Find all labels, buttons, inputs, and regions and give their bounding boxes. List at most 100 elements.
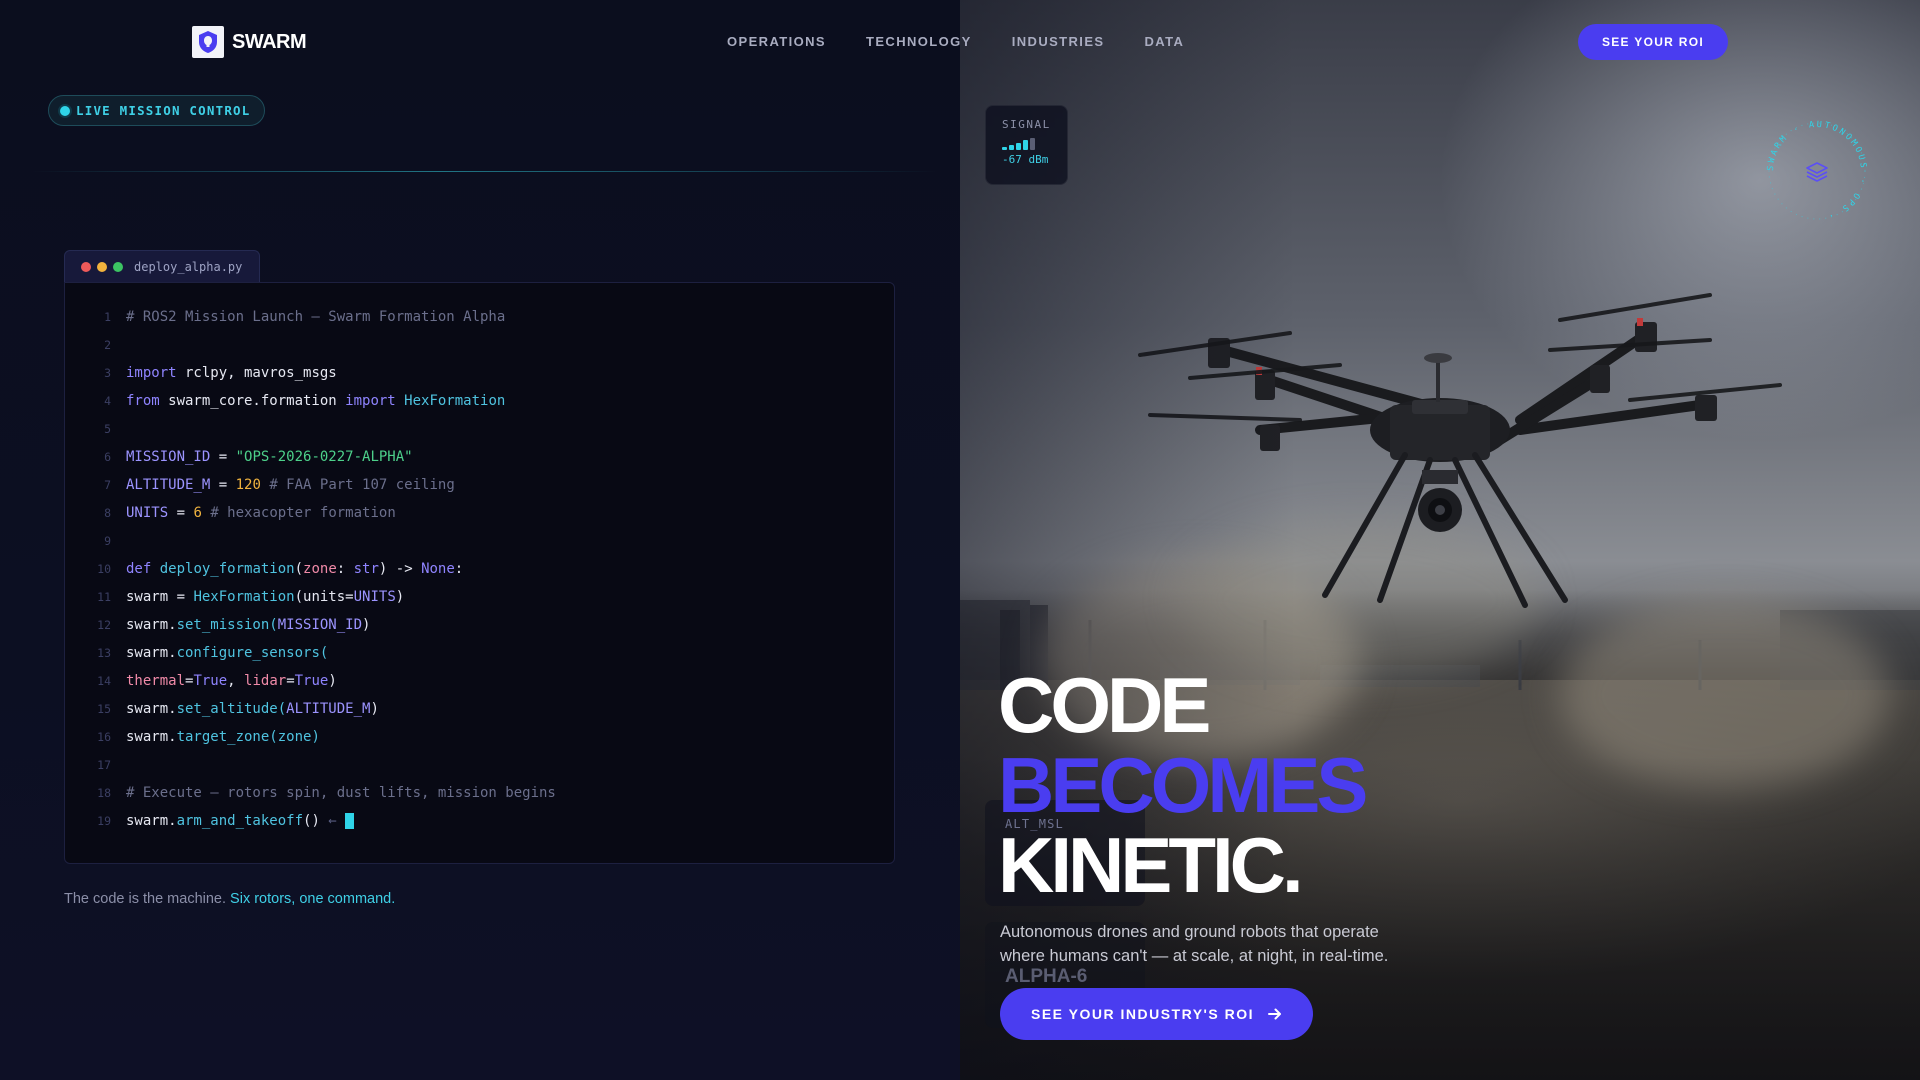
line-number: 13 bbox=[97, 646, 111, 660]
code-line: 19 swarm.arm_and_takeoff() ← bbox=[65, 807, 894, 835]
caption-text: The code is the machine. bbox=[64, 891, 231, 907]
code-constant: UNITS bbox=[126, 505, 169, 521]
layers-icon bbox=[1806, 162, 1828, 182]
code-text: = bbox=[210, 477, 236, 493]
code-line: 6 MISSION_ID = "OPS-2026-0227-ALPHA" bbox=[65, 443, 894, 471]
window-minimize-dot-icon bbox=[97, 262, 107, 272]
code-text: , bbox=[227, 673, 245, 689]
brand-logo[interactable]: SWARM bbox=[192, 26, 307, 58]
shield-logo-icon bbox=[192, 26, 224, 58]
code-line: 5 bbox=[65, 415, 894, 443]
code-text: ) bbox=[370, 701, 379, 717]
hero-headline: CODE BECOMES KINETIC. bbox=[998, 665, 1368, 909]
code-string: "OPS-2026-0227-ALPHA" bbox=[235, 449, 413, 465]
line-number: 6 bbox=[104, 450, 111, 464]
code-line: 2 bbox=[65, 331, 894, 359]
editor-tab[interactable]: deploy_alpha.py bbox=[64, 250, 260, 283]
unit-id: ALPHA-6 bbox=[1005, 966, 1088, 987]
code-line: 4 from swarm_core.formation import HexFor… bbox=[65, 387, 894, 415]
caption-highlight: Six rotors, one command. bbox=[230, 891, 396, 907]
live-indicator-icon bbox=[60, 105, 70, 116]
code-line: 3 import rclpy, mavros_msgs bbox=[65, 359, 894, 387]
code-line: 13 swarm.configure_sensors( bbox=[65, 639, 894, 667]
code-comment: # ROS2 Mission Launch — Swarm Formation … bbox=[126, 309, 506, 325]
code-param: thermal bbox=[126, 673, 186, 689]
code-comment: # hexacopter formation bbox=[201, 505, 396, 521]
code-text: = bbox=[168, 505, 194, 521]
line-number: 12 bbox=[97, 618, 111, 632]
code-text: : bbox=[454, 561, 464, 577]
code-class: HexFormation bbox=[395, 393, 506, 409]
code-constant: UNITS bbox=[353, 589, 396, 605]
window-close-dot-icon bbox=[81, 262, 91, 272]
code-text: ) -> bbox=[378, 561, 422, 577]
code-keyword: from bbox=[126, 393, 160, 409]
code-function: set_altitude( bbox=[176, 701, 287, 717]
signal-bar bbox=[1016, 142, 1021, 150]
see-roi-button[interactable]: SEE YOUR ROI bbox=[1578, 24, 1728, 60]
code-text: ( bbox=[294, 561, 304, 577]
rotating-badge: SWARM · AUTONOMOUS · OPS · bbox=[1766, 120, 1868, 221]
code-arrow: ← bbox=[319, 813, 337, 829]
code-line: 18 # Execute — rotors spin, dust lifts, m… bbox=[65, 779, 894, 807]
code-function: configure_sensors( bbox=[176, 645, 329, 661]
signal-bar bbox=[1030, 138, 1035, 150]
code-keyword: True bbox=[294, 673, 329, 689]
code-constant: MISSION_ID bbox=[277, 617, 363, 633]
code-param: zone bbox=[303, 561, 337, 577]
line-number: 18 bbox=[97, 786, 111, 800]
nav-item-industries[interactable]: INDUSTRIES bbox=[1012, 34, 1105, 49]
code-text: ) bbox=[362, 617, 371, 633]
code-keyword: def bbox=[126, 561, 152, 577]
main-nav: OPERATIONS TECHNOLOGY INDUSTRIES DATA bbox=[727, 34, 1184, 49]
line-number: 15 bbox=[97, 702, 111, 716]
code-text: rclpy, mavros_msgs bbox=[176, 365, 337, 381]
code-text: ) bbox=[328, 673, 337, 689]
code-text: swarm. bbox=[126, 617, 177, 633]
headline-line-2: BECOMES bbox=[998, 741, 1368, 829]
line-number: 9 bbox=[104, 534, 111, 548]
brand-name: SWARM bbox=[232, 30, 307, 53]
code-number: 6 bbox=[193, 505, 202, 521]
code-function: deploy_formation bbox=[151, 561, 295, 577]
code-text: swarm_core.formation bbox=[159, 393, 346, 409]
line-number: 11 bbox=[97, 590, 111, 604]
code-text: (units= bbox=[294, 589, 354, 605]
code-text: () bbox=[303, 813, 320, 829]
code-function: arm_and_takeoff bbox=[176, 813, 304, 829]
code-line: 10 def deploy_formation(zone: str) -> Non… bbox=[65, 555, 894, 583]
code-comment: # Execute — rotors spin, dust lifts, mis… bbox=[126, 785, 556, 801]
nav-item-technology[interactable]: TECHNOLOGY bbox=[866, 34, 972, 49]
line-number: 7 bbox=[104, 478, 111, 492]
code-text: : bbox=[336, 561, 354, 577]
nav-item-operations[interactable]: OPERATIONS bbox=[727, 34, 826, 49]
code-line: 14 thermal=True, lidar=True) bbox=[65, 667, 894, 695]
line-number: 14 bbox=[97, 674, 111, 688]
code-line: 12 swarm.set_mission(MISSION_ID) bbox=[65, 611, 894, 639]
badge-text: SWARM · AUTONOMOUS · OPS · bbox=[1766, 120, 1868, 221]
live-mission-label: LIVE MISSION CONTROL bbox=[76, 103, 251, 118]
line-number: 4 bbox=[104, 394, 111, 408]
industry-roi-label: SEE YOUR INDUSTRY'S ROI bbox=[1031, 1006, 1254, 1022]
code-number: 120 bbox=[235, 477, 261, 493]
code-line: 15 swarm.set_altitude(ALTITUDE_M) bbox=[65, 695, 894, 723]
code-panel: SWARM LIVE MISSION CONTROL deploy_alpha.… bbox=[0, 0, 960, 1080]
code-text: ) bbox=[395, 589, 405, 605]
line-number: 5 bbox=[104, 422, 111, 436]
line-number: 3 bbox=[104, 366, 111, 380]
code-line: 16 swarm.target_zone(zone) bbox=[65, 723, 894, 751]
code-comment: # FAA Part 107 ceiling bbox=[260, 477, 455, 493]
code-keyword: True bbox=[193, 673, 228, 689]
line-number: 10 bbox=[97, 562, 111, 576]
code-line: 11 swarm = HexFormation(units=UNITS) bbox=[65, 583, 894, 611]
code-caption: The code is the machine. Six rotors, one… bbox=[64, 891, 395, 907]
code-text: = bbox=[286, 673, 295, 689]
signal-bar bbox=[1023, 140, 1028, 150]
code-line: 7 ALTITUDE_M = 120 # FAA Part 107 ceiling bbox=[65, 471, 894, 499]
industry-roi-button[interactable]: SEE YOUR INDUSTRY'S ROI bbox=[1000, 988, 1313, 1040]
code-constant: ALTITUDE_M bbox=[286, 701, 371, 717]
code-function: set_mission( bbox=[176, 617, 278, 633]
nav-item-data[interactable]: DATA bbox=[1144, 34, 1184, 49]
line-number: 2 bbox=[104, 338, 111, 352]
headline-line-3: KINETIC. bbox=[998, 821, 1304, 909]
